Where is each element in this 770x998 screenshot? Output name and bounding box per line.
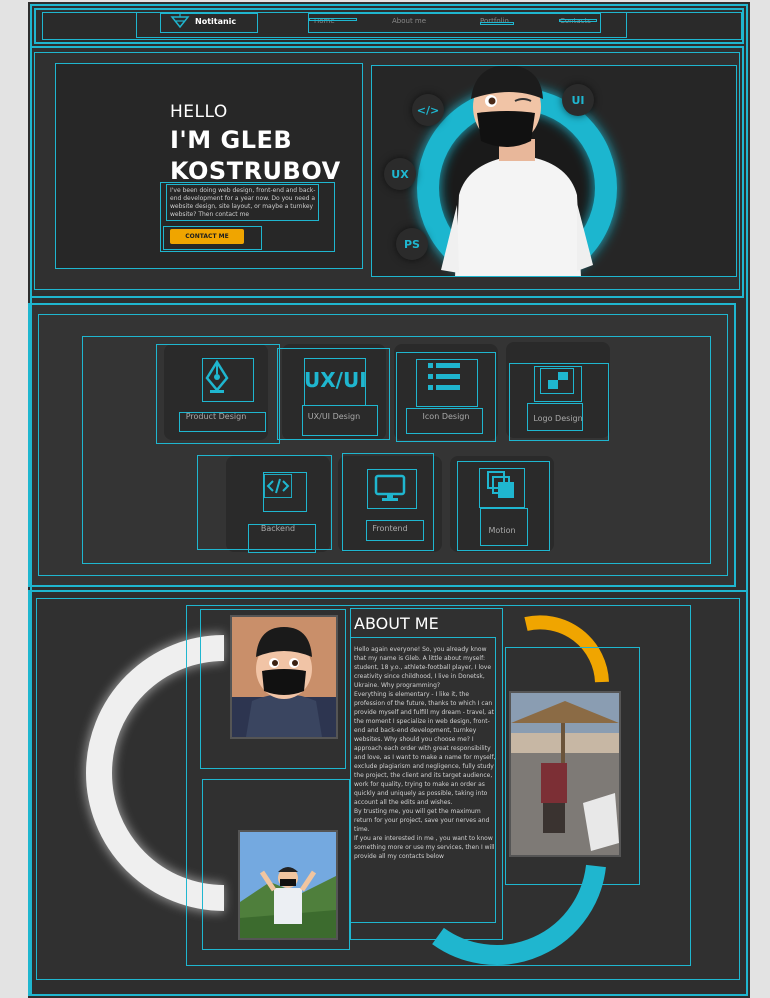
hero-greeting: HELLO bbox=[170, 102, 228, 122]
contact-me-button[interactable]: CONTACT ME bbox=[170, 229, 244, 244]
ux-ui-text-icon: UX/UI bbox=[304, 368, 367, 392]
service-card-uxui-design[interactable]: UX/UI UX/UI Design bbox=[282, 344, 386, 440]
about-paragraph: Everything is elementary - I like it, th… bbox=[354, 691, 496, 806]
about-text: Hello again everyone! So, you already kn… bbox=[354, 645, 496, 861]
logo-text: Notitanic bbox=[195, 16, 237, 26]
service-label: Logo Design bbox=[533, 414, 583, 423]
service-card-motion[interactable]: Motion bbox=[450, 456, 554, 552]
service-label: Icon Design bbox=[422, 412, 470, 421]
ship-logo-icon bbox=[170, 14, 190, 28]
ps-badge: PS bbox=[396, 228, 428, 260]
code-icon bbox=[264, 474, 292, 498]
about-title: ABOUT ME bbox=[354, 614, 439, 633]
beach-photo bbox=[509, 691, 621, 857]
service-label: UX/UI Design bbox=[307, 412, 361, 421]
hero-name-line1: I'M GLEB bbox=[170, 126, 293, 154]
service-label: Backend bbox=[260, 524, 296, 533]
ui-badge: UI bbox=[562, 84, 594, 116]
nav-link-contacts[interactable]: Contacts bbox=[560, 17, 591, 25]
nav-link-home[interactable]: Home bbox=[314, 17, 335, 25]
service-card-icon-design[interactable]: Icon Design bbox=[394, 344, 498, 440]
hero-name-line2: KOSTRUBOV bbox=[170, 157, 341, 185]
pen-nib-icon bbox=[205, 360, 229, 393]
layers-icon bbox=[487, 471, 514, 498]
code-badge: </> bbox=[412, 94, 444, 126]
service-label: Product Design bbox=[185, 412, 247, 421]
nav-link-portfolio[interactable]: Portfolio bbox=[480, 17, 509, 25]
service-card-backend[interactable]: Backend bbox=[226, 456, 330, 552]
service-card-product-design[interactable]: Product Design bbox=[164, 344, 268, 440]
logo-squares-icon bbox=[540, 368, 574, 394]
hero-intro: I've been doing web design, front-end an… bbox=[170, 187, 316, 218]
about-paragraph: Hello again everyone! So, you already kn… bbox=[354, 646, 492, 689]
service-card-frontend[interactable]: Frontend bbox=[338, 456, 442, 552]
profile-photo bbox=[230, 615, 338, 739]
service-label: Frontend bbox=[372, 524, 408, 533]
about-paragraph: If you are interested in me , you want t… bbox=[354, 835, 495, 860]
list-icon bbox=[428, 363, 460, 390]
mountain-photo bbox=[238, 830, 338, 940]
logo[interactable]: Notitanic bbox=[170, 14, 236, 28]
monitor-icon bbox=[374, 474, 406, 501]
service-label: Motion bbox=[488, 526, 516, 535]
about-paragraph: By trusting me, you will get the maximum… bbox=[354, 808, 490, 833]
service-card-logo-design[interactable]: Logo Design bbox=[506, 342, 610, 438]
nav-link-about[interactable]: About me bbox=[392, 17, 426, 25]
ux-badge: UX bbox=[384, 158, 416, 190]
